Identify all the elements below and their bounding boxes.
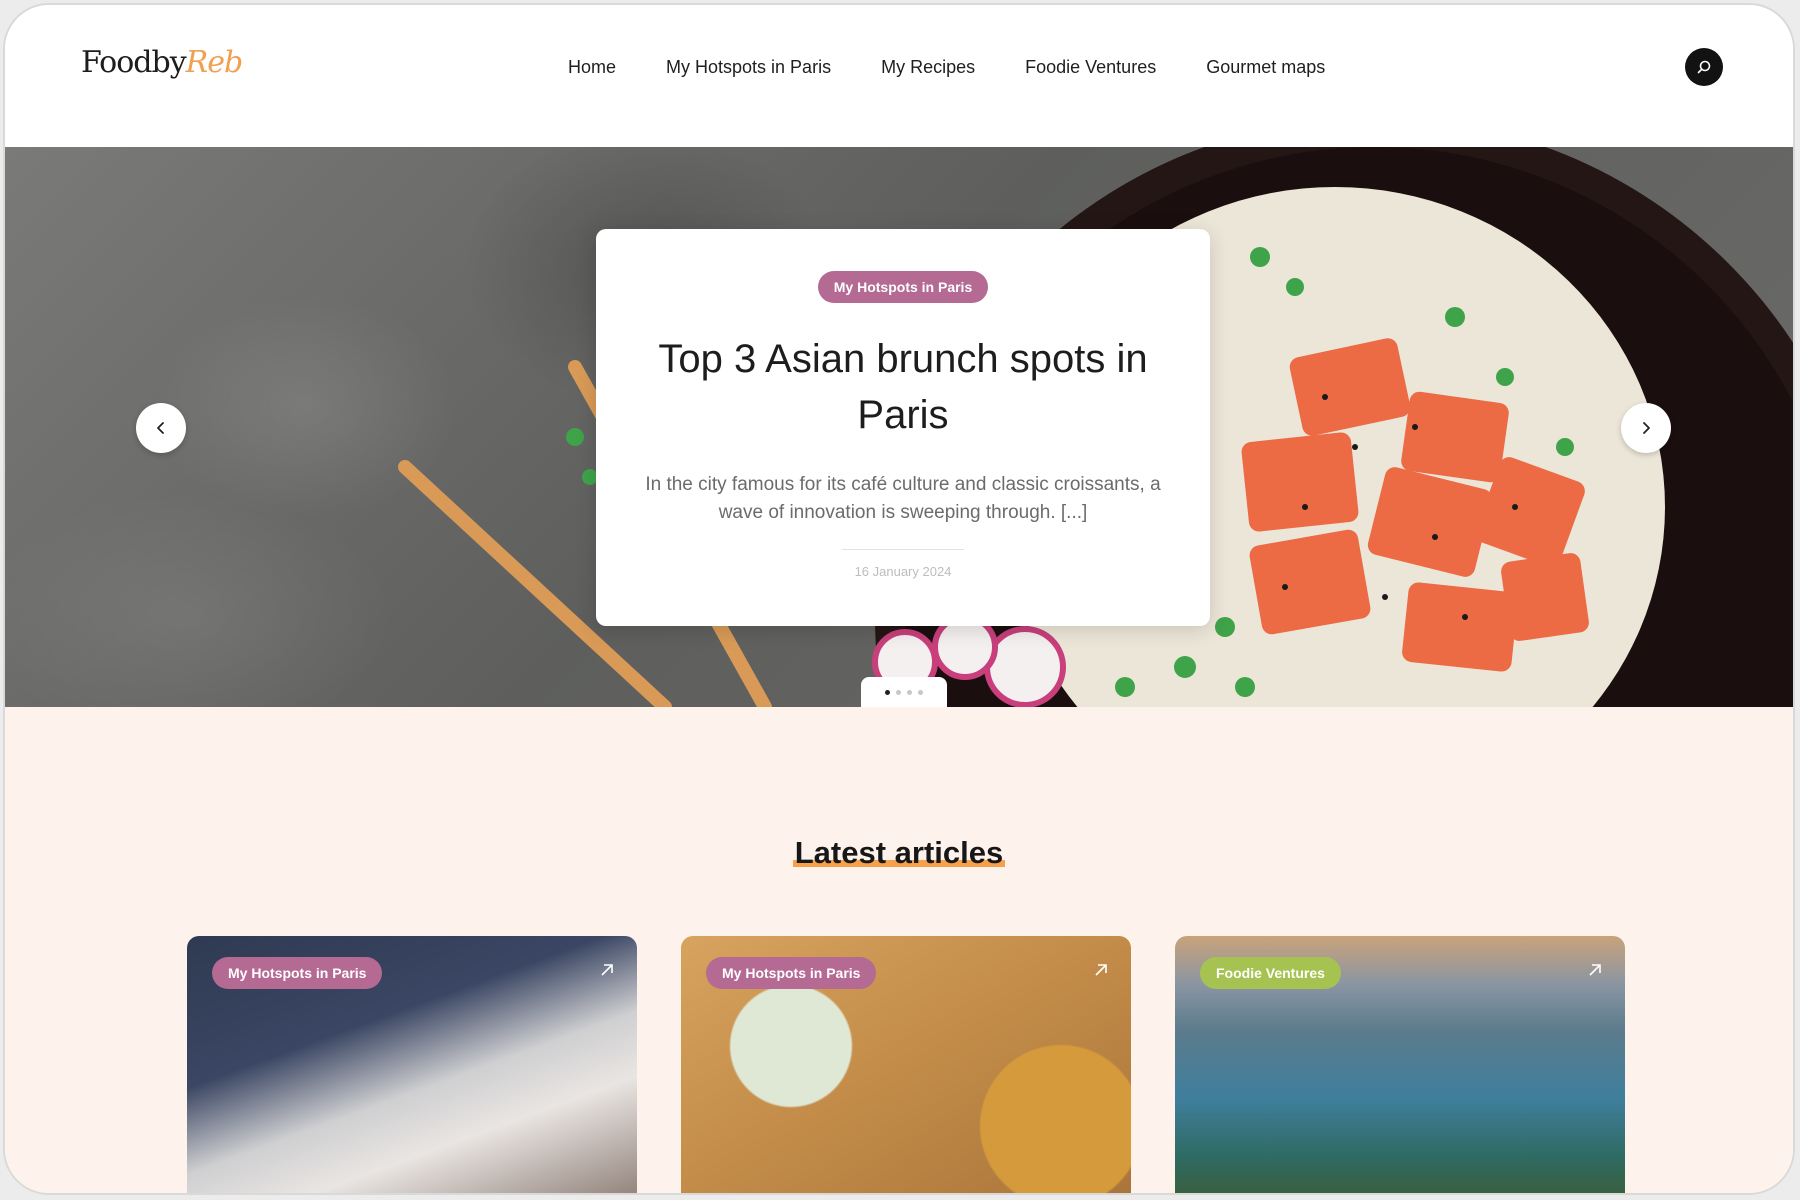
arrow-up-right-icon[interactable] <box>1587 962 1603 978</box>
section-heading-text: Latest articles <box>792 835 1006 870</box>
arrow-up-right-icon[interactable] <box>599 962 615 978</box>
article-date: 16 January 2024 <box>854 564 952 579</box>
nav-home[interactable]: Home <box>568 57 616 78</box>
slider-dot[interactable] <box>896 689 901 695</box>
article-card[interactable]: My Hotspots in Paris <box>681 936 1131 1193</box>
featured-article-title[interactable]: Top 3 Asian brunch spots in Paris <box>636 331 1170 443</box>
slider-next-button[interactable] <box>1621 403 1671 453</box>
divider <box>842 549 964 550</box>
article-card[interactable]: Foodie Ventures <box>1175 936 1625 1193</box>
section-heading: Latest articles <box>5 835 1793 871</box>
article-card[interactable]: My Hotspots in Paris <box>187 936 637 1193</box>
nav-foodie-ventures[interactable]: Foodie Ventures <box>1025 57 1156 78</box>
site-logo[interactable]: FoodbyReb <box>81 45 244 80</box>
slider-dot[interactable] <box>918 689 923 695</box>
slider-prev-button[interactable] <box>136 403 186 453</box>
site-header: FoodbyReb Home My Hotspots in Paris My R… <box>5 5 1793 147</box>
featured-article-card[interactable]: My Hotspots in Paris Top 3 Asian brunch … <box>596 229 1210 626</box>
search-icon <box>1697 60 1711 74</box>
featured-article-excerpt: In the city famous for its café culture … <box>645 474 1161 523</box>
slider-dot[interactable] <box>907 689 912 695</box>
arrow-up-right-icon[interactable] <box>1093 962 1109 978</box>
main-nav: Home My Hotspots in Paris My Recipes Foo… <box>568 57 1325 78</box>
slider-dot[interactable] <box>885 689 890 695</box>
chevron-left-icon <box>157 422 164 434</box>
chevron-right-icon <box>1643 422 1650 434</box>
category-badge[interactable]: My Hotspots in Paris <box>212 957 383 989</box>
slider-pagination <box>861 677 947 707</box>
nav-hotspots-paris[interactable]: My Hotspots in Paris <box>666 57 831 78</box>
logo-text-main: Foodby <box>81 45 187 80</box>
search-button[interactable] <box>1685 48 1723 86</box>
nav-my-recipes[interactable]: My Recipes <box>881 57 975 78</box>
browser-frame: FoodbyReb Home My Hotspots in Paris My R… <box>3 3 1795 1195</box>
nav-gourmet-maps[interactable]: Gourmet maps <box>1206 57 1325 78</box>
category-badge[interactable]: My Hotspots in Paris <box>817 271 989 303</box>
category-badge[interactable]: Foodie Ventures <box>1200 957 1341 989</box>
logo-text-accent: Reb <box>185 45 244 80</box>
latest-articles-section: Latest articles My Hotspots in Paris My … <box>5 707 1793 1193</box>
category-badge[interactable]: My Hotspots in Paris <box>706 957 877 989</box>
hero-slider: My Hotspots in Paris Top 3 Asian brunch … <box>5 147 1793 707</box>
